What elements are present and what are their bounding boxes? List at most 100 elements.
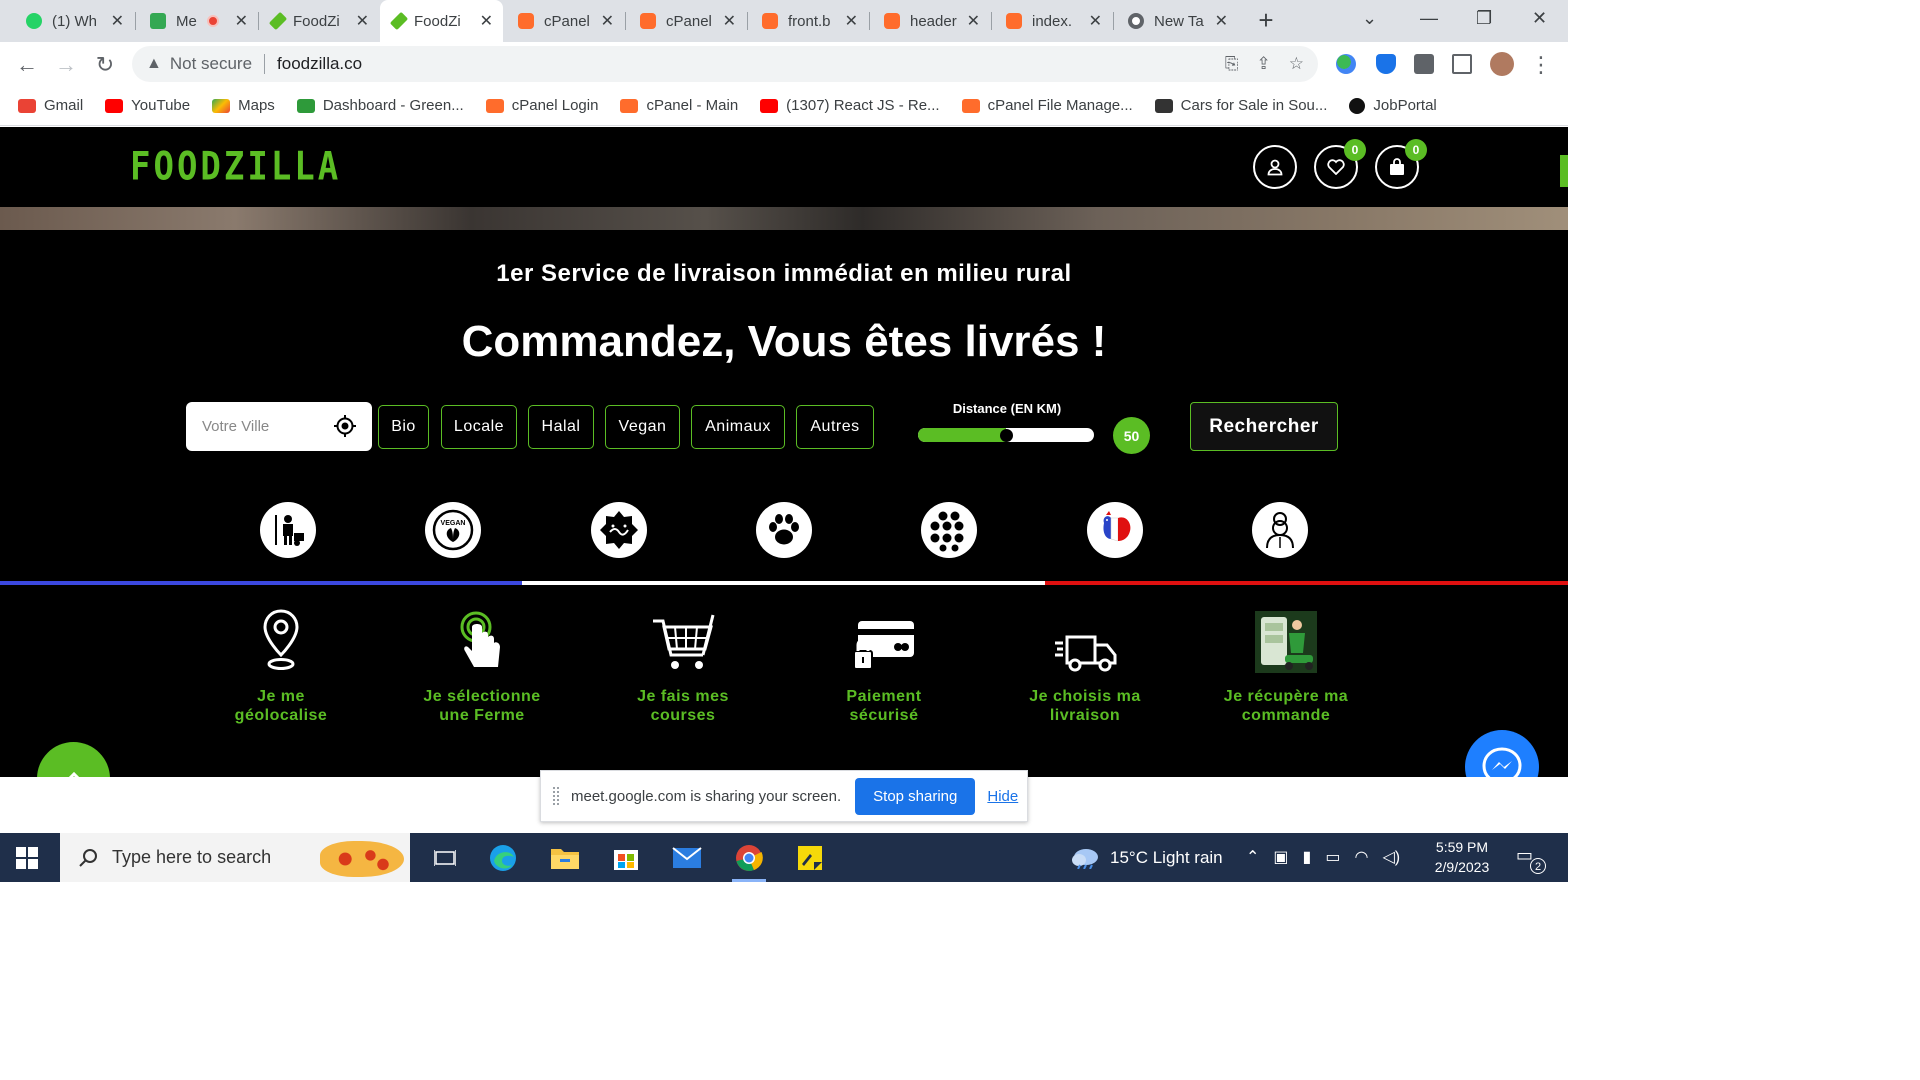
browser-tab[interactable]: cPanel ✕ <box>626 0 746 42</box>
close-tab-icon[interactable]: ✕ <box>235 11 248 31</box>
side-green-tab[interactable] <box>1560 155 1568 187</box>
task-view-icon[interactable] <box>428 841 462 875</box>
bookmark-item[interactable]: Dashboard - Green... <box>296 97 464 114</box>
close-tab-icon[interactable]: ✕ <box>967 11 980 31</box>
bookmark-item[interactable]: JobPortal <box>1349 97 1437 114</box>
bookmark-item[interactable]: (1307) React JS - Re... <box>760 97 940 114</box>
close-tab-icon[interactable]: ✕ <box>845 11 858 31</box>
menu-kebab-icon[interactable]: ⋮ <box>1528 52 1554 78</box>
profile-avatar[interactable] <box>1490 52 1514 76</box>
step-label-line: livraison <box>1049 707 1121 724</box>
restore-icon[interactable]: ❐ <box>1476 8 1492 29</box>
weather-widget[interactable]: 15°C Light rain <box>1070 847 1223 869</box>
new-tab-button[interactable]: + <box>1252 6 1280 34</box>
minimize-icon[interactable]: — <box>1420 8 1438 29</box>
windows-start-icon[interactable] <box>16 847 38 869</box>
back-icon[interactable]: ← <box>14 52 40 78</box>
browser-tab[interactable]: front.b ✕ <box>748 0 868 42</box>
browser-tab-active[interactable]: FoodZi ✕ <box>380 0 503 42</box>
bookmark-item[interactable]: YouTube <box>105 97 190 114</box>
bookmark-item[interactable]: cPanel Login <box>485 97 598 114</box>
filter-bio[interactable]: Bio <box>378 405 429 449</box>
browser-tab[interactable]: (1) Wh ✕ <box>12 0 134 42</box>
category-chef[interactable] <box>1252 502 1308 558</box>
share-icon[interactable]: ⇪ <box>1257 54 1271 74</box>
hide-link[interactable]: Hide <box>987 788 1018 805</box>
wishlist-button[interactable]: 0 <box>1314 139 1366 189</box>
translate-icon[interactable]: ⎘ <box>1225 54 1239 74</box>
browser-tab[interactable]: index. ✕ <box>992 0 1112 42</box>
meet-tray-icon[interactable]: ▣ <box>1273 847 1288 867</box>
browser-tab[interactable]: cPanel ✕ <box>504 0 624 42</box>
bookmark-star-icon[interactable]: ☆ <box>1289 54 1304 74</box>
category-farmer[interactable] <box>260 502 316 558</box>
grid-dots-icon <box>930 511 964 552</box>
browser-tab[interactable]: header ✕ <box>870 0 990 42</box>
close-tab-icon[interactable]: ✕ <box>111 11 124 31</box>
locate-crosshair-icon[interactable] <box>334 415 356 437</box>
bookmark-item[interactable]: cPanel - Main <box>620 97 738 114</box>
mail-icon[interactable] <box>670 841 704 875</box>
forward-icon[interactable]: → <box>53 52 79 78</box>
bookmark-item[interactable]: Cars for Sale in Sou... <box>1154 97 1327 114</box>
browser-tab[interactable]: Me ✕ <box>136 0 258 42</box>
category-halal[interactable] <box>591 502 647 558</box>
filter-vegan[interactable]: Vegan <box>605 405 680 449</box>
drag-handle-icon[interactable] <box>553 787 559 805</box>
category-locale[interactable] <box>1087 502 1143 558</box>
category-vegan[interactable]: VEGAN <box>425 502 481 558</box>
cpanel-icon <box>884 13 900 29</box>
security-label[interactable]: Not secure <box>170 54 252 74</box>
filter-locale[interactable]: Locale <box>441 405 517 449</box>
battery-icon[interactable]: ▭ <box>1325 847 1340 867</box>
city-search-field[interactable] <box>186 402 372 451</box>
edge-icon[interactable] <box>486 841 520 875</box>
taskbar-search-box[interactable]: Type here to search <box>60 833 410 882</box>
bookmark-item[interactable]: Gmail <box>18 97 83 114</box>
side-panel-icon[interactable] <box>1452 54 1472 74</box>
reload-icon[interactable]: ↻ <box>92 52 118 78</box>
bookmark-item[interactable]: Maps <box>212 97 275 114</box>
microphone-icon[interactable]: ▮ <box>1303 847 1312 867</box>
scroll-to-top-button[interactable] <box>37 742 110 777</box>
category-animaux[interactable] <box>756 502 812 558</box>
browser-tab[interactable]: New Ta ✕ <box>1114 0 1238 42</box>
search-button[interactable]: Rechercher <box>1190 402 1338 451</box>
close-tab-icon[interactable]: ✕ <box>601 11 614 31</box>
close-tab-icon[interactable]: ✕ <box>1089 11 1102 31</box>
filter-autres[interactable]: Autres <box>796 405 874 449</box>
messenger-chat-button[interactable] <box>1465 730 1539 777</box>
account-button[interactable] <box>1253 145 1297 189</box>
filter-halal[interactable]: Halal <box>528 405 594 449</box>
show-hidden-icons-icon[interactable]: ⌃ <box>1246 847 1259 867</box>
chrome-taskbar-icon[interactable] <box>732 841 766 882</box>
site-logo[interactable]: FOODZILLA <box>130 144 341 190</box>
store-icon[interactable] <box>609 841 643 875</box>
taskbar-clock[interactable]: 5:59 PM 2/9/2023 <box>1420 837 1504 877</box>
close-tab-icon[interactable]: ✕ <box>480 11 493 31</box>
file-explorer-icon[interactable] <box>548 841 582 875</box>
category-autres[interactable] <box>921 502 977 558</box>
cart-count-badge: 0 <box>1405 139 1427 161</box>
distance-slider-knob[interactable] <box>1000 429 1013 442</box>
cart-button[interactable]: 0 <box>1375 139 1427 189</box>
url-text[interactable]: foodzilla.co <box>277 54 362 74</box>
bookmark-item[interactable]: cPanel File Manage... <box>961 97 1133 114</box>
close-window-icon[interactable]: ✕ <box>1532 8 1547 29</box>
address-bar[interactable]: ▲ Not secure foodzilla.co ⎘ ⇪ ☆ <box>132 46 1318 82</box>
stop-sharing-button[interactable]: Stop sharing <box>855 777 976 815</box>
city-input[interactable] <box>202 418 322 435</box>
svg-text:VEGAN: VEGAN <box>441 520 466 527</box>
close-tab-icon[interactable]: ✕ <box>723 11 736 31</box>
close-tab-icon[interactable]: ✕ <box>1215 11 1228 31</box>
sticky-notes-icon[interactable] <box>793 841 827 875</box>
extensions-puzzle-icon[interactable] <box>1414 54 1434 74</box>
close-tab-icon[interactable]: ✕ <box>356 11 369 31</box>
filter-animaux[interactable]: Animaux <box>691 405 785 449</box>
volume-icon[interactable]: ◁) <box>1382 847 1400 867</box>
tab-search-icon[interactable]: ⌄ <box>1362 8 1377 29</box>
wifi-icon[interactable]: ◠ <box>1354 847 1368 867</box>
extension-globe-icon[interactable] <box>1336 54 1356 74</box>
browser-tab[interactable]: FoodZi ✕ <box>259 0 379 42</box>
shield-extension-icon[interactable] <box>1376 54 1396 74</box>
